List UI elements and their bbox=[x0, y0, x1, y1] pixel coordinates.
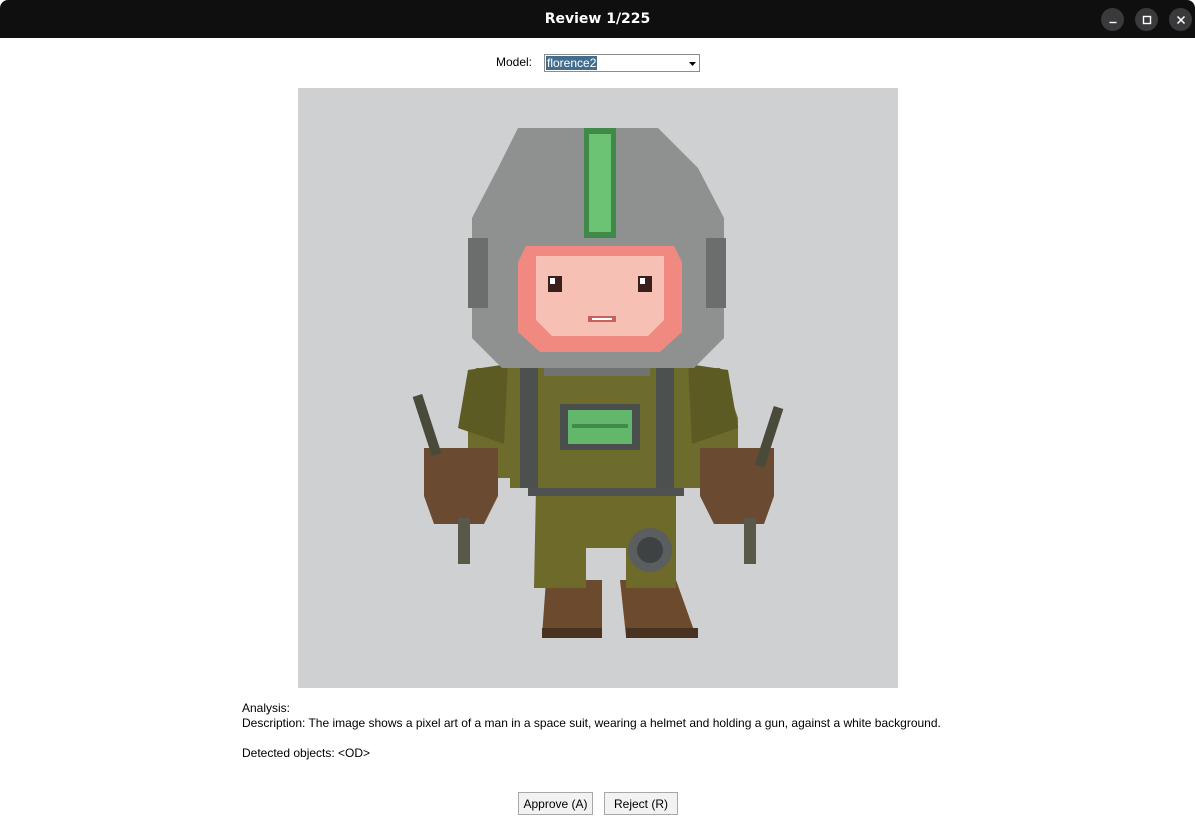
model-select[interactable]: florence2 bbox=[544, 54, 700, 72]
chevron-down-icon[interactable] bbox=[688, 59, 697, 68]
model-label: Model: bbox=[496, 55, 533, 69]
minimize-icon bbox=[1109, 21, 1116, 23]
window-titlebar[interactable]: Review 1/225 bbox=[0, 0, 1195, 38]
detected-objects: Detected objects: <OD> bbox=[242, 746, 371, 760]
minimize-button[interactable] bbox=[1101, 8, 1124, 31]
close-button[interactable] bbox=[1169, 8, 1192, 31]
image-preview bbox=[298, 88, 898, 688]
analysis-heading: Analysis: bbox=[242, 701, 291, 715]
analysis-spacer bbox=[242, 731, 941, 746]
maximize-button[interactable] bbox=[1135, 8, 1158, 31]
reject-button[interactable]: Reject (R) bbox=[604, 792, 678, 815]
analysis-description: Description: The image shows a pixel art… bbox=[242, 716, 941, 730]
model-select-value: florence2 bbox=[546, 56, 598, 70]
approve-button[interactable]: Approve (A) bbox=[518, 792, 593, 815]
window-title: Review 1/225 bbox=[544, 11, 651, 27]
maximize-icon bbox=[1142, 15, 1151, 24]
analysis-panel: Analysis: Description: The image shows a… bbox=[242, 701, 941, 761]
close-icon bbox=[1176, 15, 1185, 24]
pixel-art-soldier-image bbox=[298, 88, 898, 688]
